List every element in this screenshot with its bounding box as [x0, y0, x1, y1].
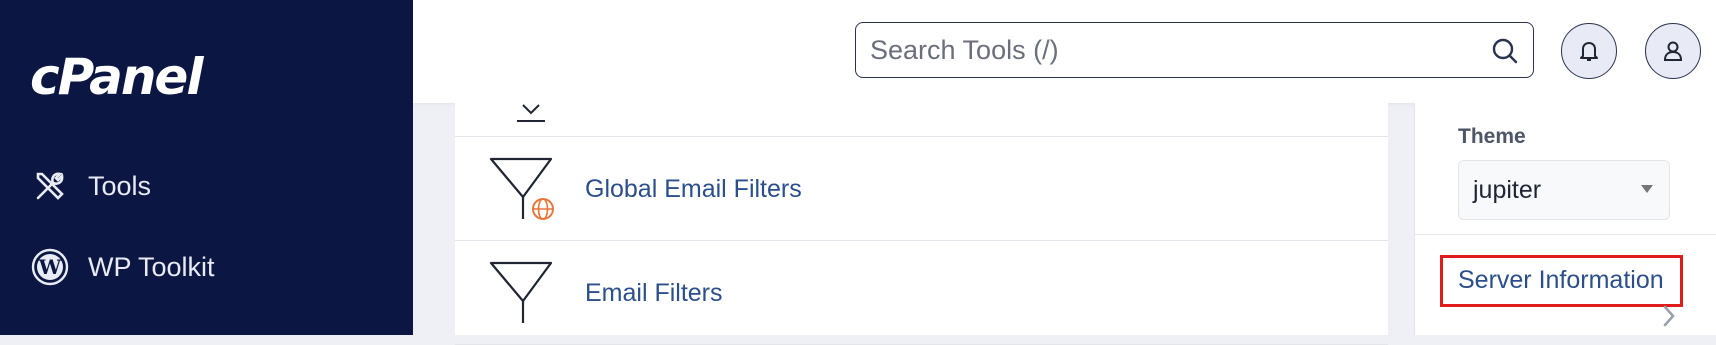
server-information-link[interactable]: Server Information: [1440, 255, 1683, 307]
search-box: [855, 22, 1534, 78]
list-item-label[interactable]: Global Email Filters: [585, 175, 802, 204]
global-filter-icon: [489, 157, 554, 220]
user-menu-button[interactable]: [1645, 23, 1701, 79]
tools-list: Global Email Filters Email Filters: [455, 103, 1388, 345]
list-item-partial[interactable]: [455, 103, 1388, 137]
top-header: [413, 0, 1716, 103]
theme-select-value: jupiter: [1473, 176, 1542, 204]
notifications-button[interactable]: [1561, 23, 1617, 79]
theme-select[interactable]: jupiter: [1458, 160, 1670, 220]
sidebar-item-wp-toolkit[interactable]: W WP Toolkit: [30, 247, 215, 287]
search-icon[interactable]: [1491, 37, 1519, 65]
tools-icon: [30, 166, 70, 206]
chevron-right-icon[interactable]: [1659, 301, 1679, 331]
list-item[interactable]: Email Filters: [455, 241, 1388, 345]
sidebar-item-label: WP Toolkit: [88, 251, 215, 282]
list-item[interactable]: Global Email Filters: [455, 137, 1388, 241]
right-panel: Theme jupiter Server Information: [1414, 103, 1716, 335]
user-icon: [1663, 41, 1683, 61]
chevron-down-icon: [1641, 185, 1653, 193]
cpanel-logo[interactable]: cPanel: [30, 48, 203, 106]
sidebar: cPanel Tools W WP Toolkit: [0, 0, 413, 335]
divider: [1415, 234, 1716, 235]
bell-icon: [1580, 42, 1598, 61]
svg-text:W: W: [38, 255, 62, 279]
download-icon: [517, 104, 545, 122]
theme-label: Theme: [1458, 125, 1526, 148]
list-item-label[interactable]: Email Filters: [585, 279, 723, 308]
filter-icon: [489, 261, 553, 323]
sidebar-item-tools[interactable]: Tools: [30, 166, 151, 206]
wordpress-icon: W: [30, 247, 70, 287]
sidebar-item-label: Tools: [88, 170, 152, 201]
search-input[interactable]: [870, 31, 1470, 69]
server-information-label: Server Information: [1458, 266, 1664, 294]
